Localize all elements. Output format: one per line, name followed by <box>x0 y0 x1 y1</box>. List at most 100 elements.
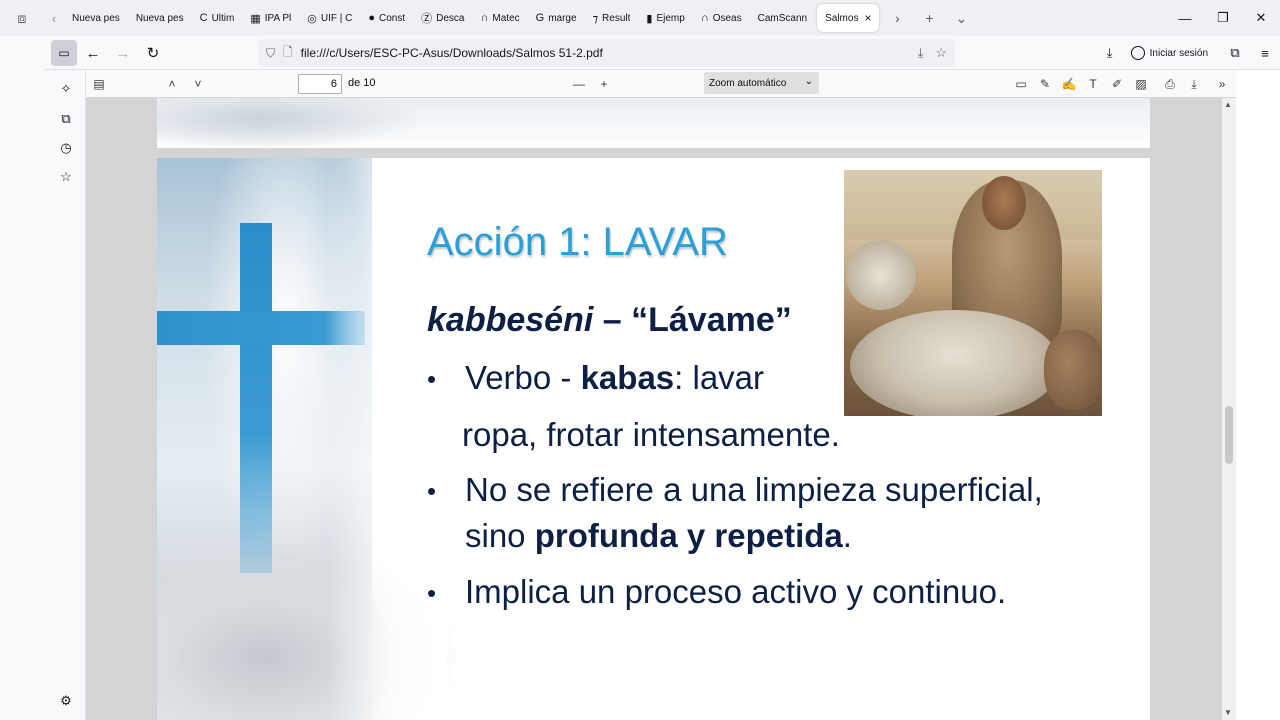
highlight-icon[interactable]: ✍ <box>1059 75 1079 93</box>
page-count: de 10 <box>348 77 376 89</box>
previous-page-bottom <box>157 98 1150 148</box>
bookmark-star-icon[interactable]: ☆ <box>935 45 947 61</box>
photo-wool <box>846 240 916 310</box>
forward-icon[interactable]: → <box>110 40 136 66</box>
bullet-text: : lavar <box>674 359 765 396</box>
page-number-input[interactable] <box>298 74 342 94</box>
bullet-text: Verbo - <box>465 359 581 396</box>
tab-item[interactable]: ◎ UIF | C <box>299 4 360 32</box>
tab-item[interactable]: Gmarge <box>528 4 585 32</box>
tab-item[interactable]: ▦ IPA Pl <box>242 4 299 32</box>
downloads-icon[interactable]: ⤓ <box>1095 45 1125 61</box>
bullet-icon: • <box>427 476 437 506</box>
slide-subtitle: kabbeséni – “Lávame” <box>427 301 792 340</box>
tab-favicon-icon: ⁊ <box>592 12 599 25</box>
close-window-icon[interactable]: ✕ <box>1242 0 1280 36</box>
tab-favicon-icon: ● <box>368 12 376 24</box>
tab-label: Salmos <box>825 12 859 24</box>
url-text[interactable]: file:///c/Users/ESC-PC-Asus/Downloads/Sa… <box>301 46 918 60</box>
tab-item[interactable]: Ⓩ Desca <box>413 4 472 32</box>
signature-icon[interactable]: ✎ <box>1035 75 1055 93</box>
signin-button[interactable]: Iniciar sesión <box>1125 41 1214 65</box>
vertical-scrollbar[interactable]: ▲ ▼ <box>1222 98 1236 720</box>
tab-item[interactable]: Nueva pes <box>128 4 192 32</box>
text-icon[interactable]: T <box>1083 75 1103 93</box>
print-icon[interactable]: ⎙ <box>1160 75 1180 93</box>
tab-list-icon[interactable]: ⌄ <box>945 10 977 27</box>
tab-label: Desca <box>436 12 465 24</box>
pdf-viewer[interactable]: Acción 1: LAVAR kabbeséni – “Lávame” • V… <box>86 98 1222 720</box>
reload-icon[interactable]: ↻ <box>140 40 166 66</box>
tab-salmos[interactable]: Salmos × <box>817 4 880 32</box>
window-right-edge <box>1236 70 1280 720</box>
tab-item[interactable]: Nueva pes <box>64 4 128 32</box>
tab-list: Nueva pes Nueva pes C Últim ▦ IPA Pl ◎ UIF | C ●… <box>64 0 815 36</box>
tab-label: Nueva pes <box>72 12 120 24</box>
tab-favicon-icon: C <box>199 12 208 24</box>
back-icon[interactable]: ← <box>80 40 106 66</box>
tab-scroll-left-icon[interactable]: ‹ <box>44 11 64 26</box>
restore-icon[interactable]: ❐ <box>1204 0 1242 36</box>
tab-strip: ⧈ ‹ Nueva pes Nueva pes C Últim ▦ IPA Pl ◎ UIF … <box>0 0 1280 36</box>
scroll-up-icon[interactable]: ▲ <box>1224 100 1232 109</box>
bullet-1-line-2: ropa, frotar intensamente. <box>462 416 840 453</box>
tab-tools-icon[interactable]: ⧈ <box>0 0 44 36</box>
tab-item[interactable]: ● Const <box>360 4 413 32</box>
tab-item[interactable]: ⁊ Result <box>585 4 639 32</box>
save-icon[interactable]: ⤓ <box>1184 75 1204 93</box>
bullet-1-line-1: Verbo - kabas: lavar <box>465 359 764 397</box>
tab-label: Últim <box>211 12 235 24</box>
pdf-sidebar-icon[interactable]: ▤ <box>89 75 109 93</box>
tab-item[interactable]: ∩ Matec <box>473 4 528 32</box>
comment-icon[interactable]: ▭ <box>1011 75 1031 93</box>
settings-icon[interactable]: ⚙ <box>57 692 75 710</box>
navigation-bar: ▭ ← → ↻ ⛉ 🗋 file:///c/Users/ESC-PC-Asus/… <box>0 36 1280 70</box>
zoom-select[interactable]: Zoom automático ⌄ <box>704 72 819 94</box>
previous-page-icon[interactable]: ˄ <box>162 75 182 93</box>
minimize-icon[interactable]: — <box>1166 0 1204 36</box>
tab-label: Matec <box>492 12 520 24</box>
photo-man-head <box>982 176 1026 230</box>
tab-favicon-icon: G <box>535 12 545 24</box>
menu-icon[interactable]: ≡ <box>1250 46 1280 61</box>
tab-item[interactable]: CamScann <box>750 4 815 32</box>
more-tools-icon[interactable]: » <box>1212 75 1232 93</box>
tab-item[interactable]: ▮ Ejemp <box>638 4 692 32</box>
bullet-icon: • <box>427 578 437 608</box>
bullet-3-line-1: Implica un proceso activo y continuo. <box>465 573 1007 610</box>
scroll-down-icon[interactable]: ▼ <box>1224 708 1232 717</box>
page-icon: 🗋 <box>283 44 293 59</box>
pdf-toolbar: ▤ ˄ ˅ de 10 — + Zoom automático ⌄ ▭ ✎ ✍ … <box>86 70 1236 98</box>
zoom-out-icon[interactable]: — <box>569 75 589 93</box>
sidebar-toggle-icon[interactable]: ▭ <box>51 39 77 66</box>
slide-title: Acción 1: LAVAR <box>427 220 728 264</box>
new-tab-icon[interactable]: + <box>913 10 945 26</box>
bullet-text: . <box>842 517 852 554</box>
bullet-2-line-2: sino profunda y repetida. <box>465 517 852 555</box>
tab-label: UIF | C <box>320 12 353 24</box>
synced-tabs-icon[interactable]: ⧉ <box>57 110 75 128</box>
tab-item[interactable]: ∩ Oseas <box>693 4 750 32</box>
next-page-icon[interactable]: ˅ <box>188 75 208 93</box>
extensions-icon[interactable]: ⧉ <box>1220 45 1250 61</box>
zoom-value: Zoom automático <box>709 77 787 89</box>
tab-scroll-right-icon[interactable]: › <box>881 10 913 26</box>
hebrew-word: kabbeséni <box>427 301 594 339</box>
cross-image <box>240 223 272 573</box>
zoom-in-icon[interactable]: + <box>594 75 614 93</box>
draw-icon[interactable]: ✐ <box>1107 75 1127 93</box>
bookmarks-icon[interactable]: ☆ <box>57 168 75 186</box>
scrollbar-thumb[interactable] <box>1225 406 1233 464</box>
tab-label: marge <box>548 12 577 24</box>
history-icon[interactable]: ◷ <box>57 139 75 157</box>
ai-chatbot-icon[interactable]: ✧ <box>57 80 75 98</box>
tab-close-icon[interactable]: × <box>864 11 871 25</box>
address-bar[interactable]: ⛉ 🗋 file:///c/Users/ESC-PC-Asus/Download… <box>258 39 955 67</box>
image-icon[interactable]: ▨ <box>1131 75 1151 93</box>
tab-favicon-icon: ▮ <box>646 12 653 25</box>
install-icon[interactable]: ⤓ <box>918 45 924 61</box>
shield-icon[interactable]: ⛉ <box>266 46 275 61</box>
tab-item[interactable]: C Últim <box>192 4 243 32</box>
bullet-bold-text: kabas <box>580 359 675 396</box>
browser-sidebar: ✧ ⧉ ◷ ☆ ⚙ <box>44 70 86 720</box>
